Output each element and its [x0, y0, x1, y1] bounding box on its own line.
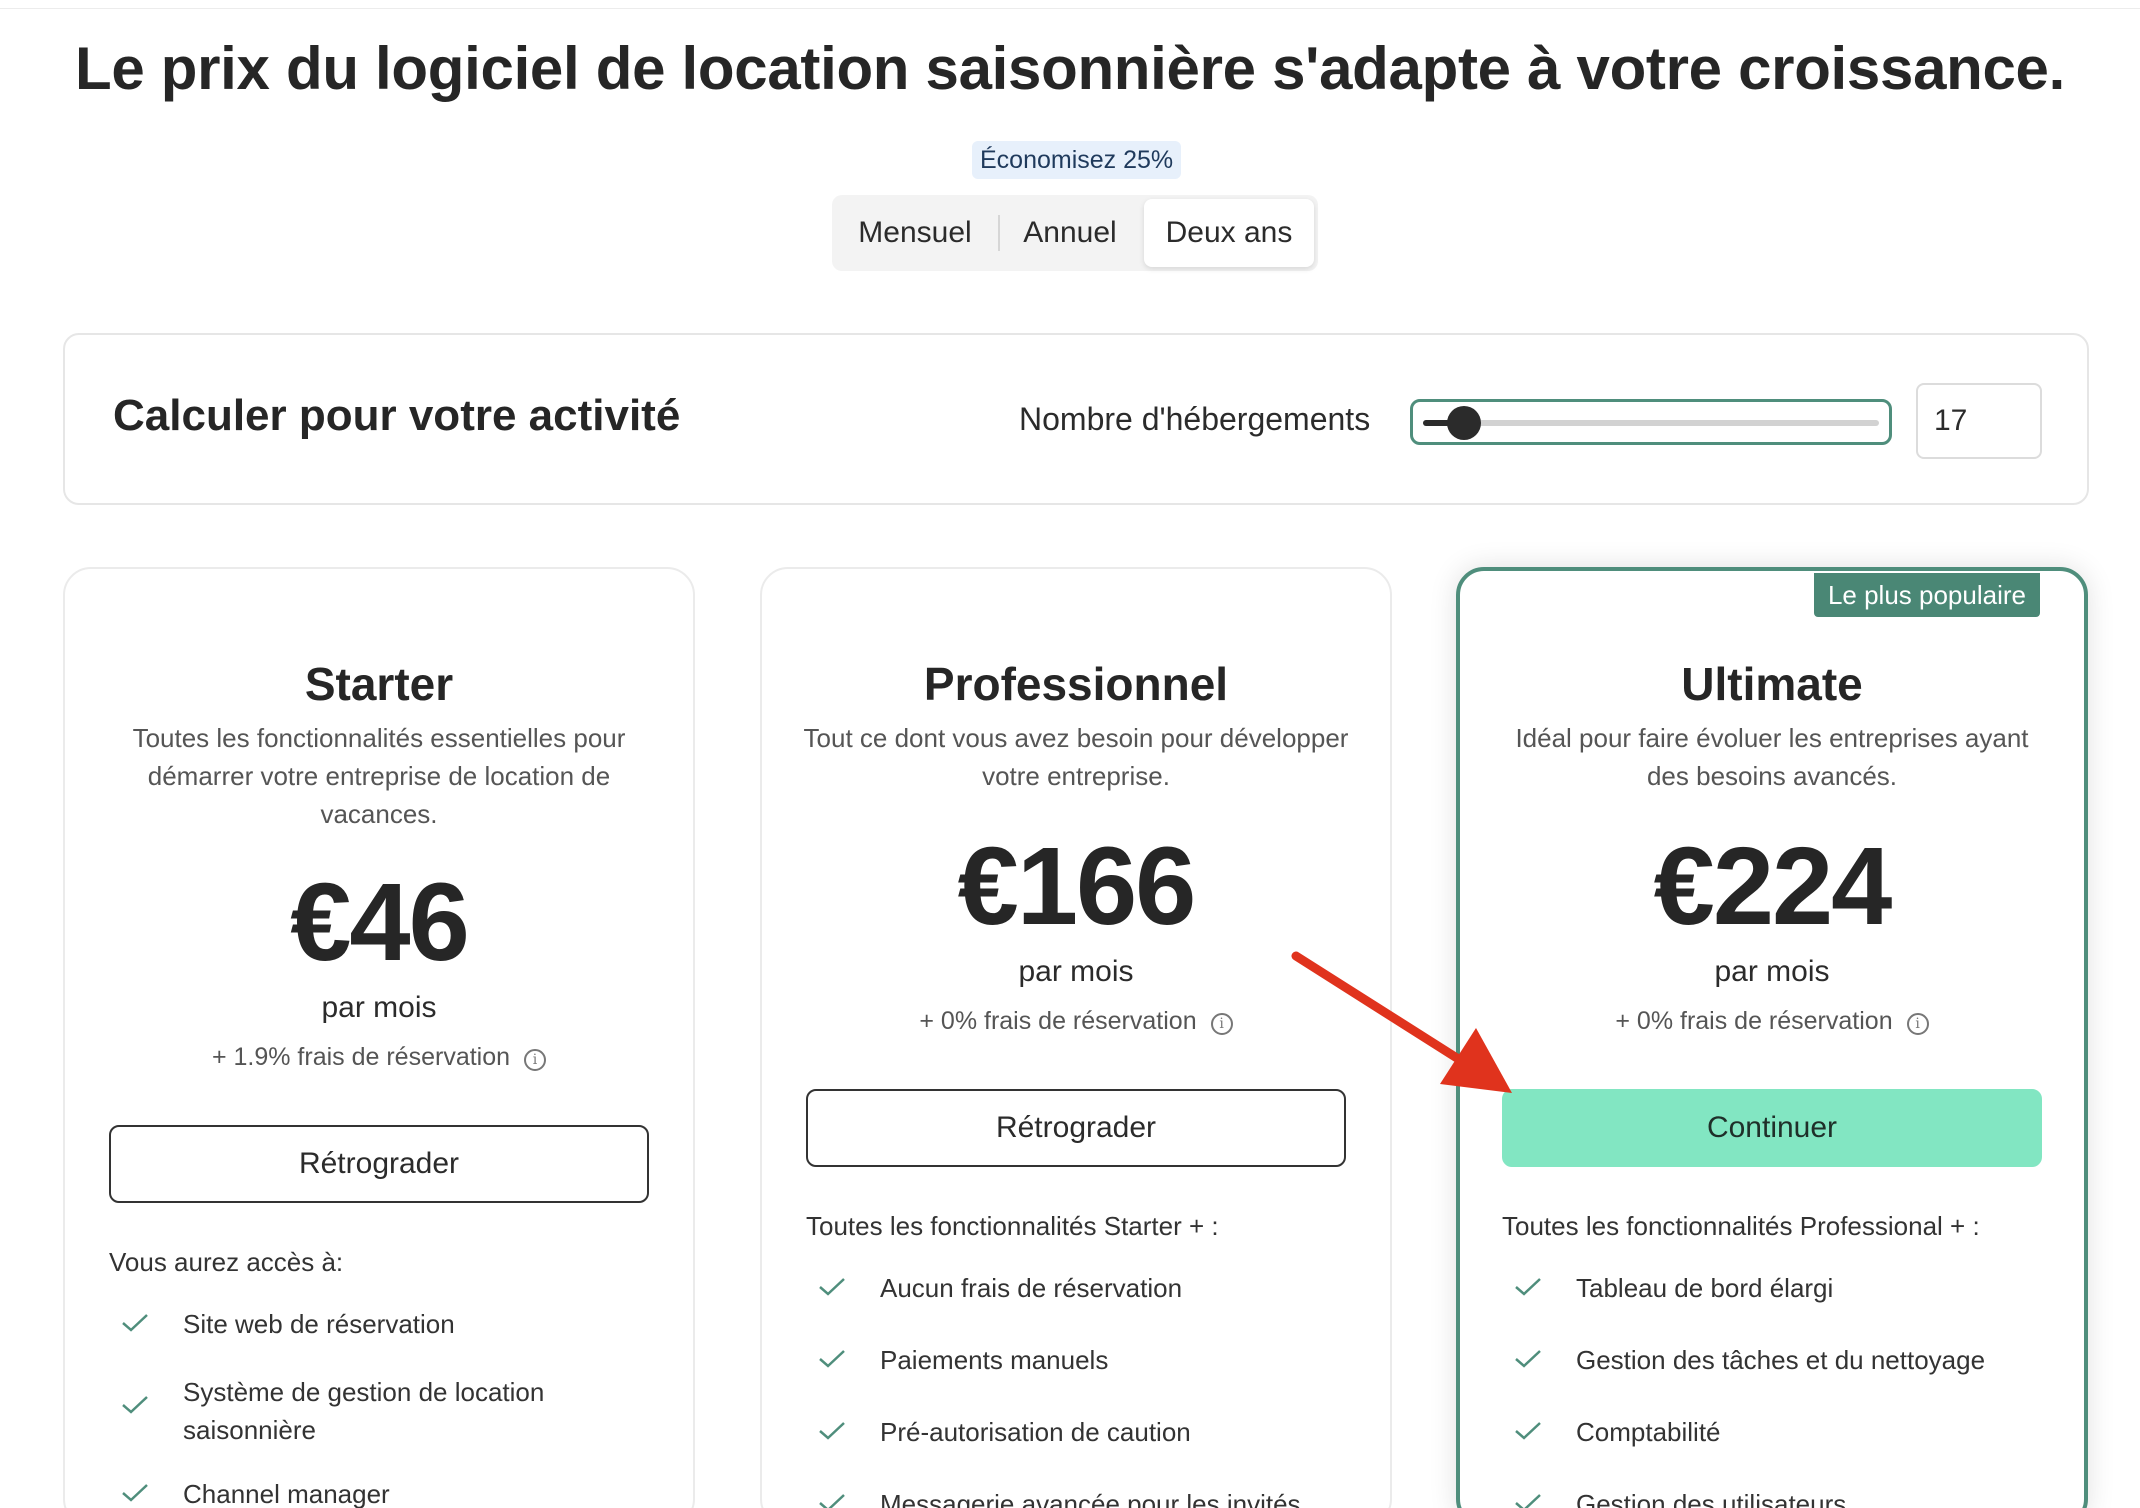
- plan-fee: + 0% frais de réservation i: [1460, 1007, 2084, 1036]
- check-icon: [819, 1350, 845, 1368]
- feature-item: Aucun frais de réservation: [818, 1269, 1338, 1307]
- feature-item: Comptabilité: [1514, 1413, 2034, 1451]
- plan-description: Tout ce dont vous avez besoin pour dével…: [803, 723, 1349, 791]
- feature-item: Pré-autorisation de caution: [818, 1413, 1338, 1451]
- plan-description: Idéal pour faire évoluer les entreprises…: [1515, 723, 2029, 791]
- check-icon: [819, 1278, 845, 1296]
- info-icon[interactable]: i: [1210, 1013, 1233, 1035]
- billing-period-toggle: Mensuel Annuel Deux ans: [832, 195, 1318, 271]
- feature-text: Tableau de bord élargi: [1576, 1273, 1834, 1303]
- toggle-divider: [998, 215, 1000, 251]
- slider-track: [1423, 420, 1879, 426]
- plan-card-starter: Starter Toutes les fonctionnalités essen…: [63, 567, 695, 1508]
- plan-fee: + 1.9% frais de réservation i: [65, 1043, 693, 1072]
- plan-price: €166: [957, 825, 1197, 948]
- downgrade-button[interactable]: Rétrograder: [806, 1089, 1346, 1167]
- feature-item: Système de gestion de location saisonniè…: [121, 1373, 641, 1449]
- check-icon: [819, 1422, 845, 1440]
- feature-text: Gestion des tâches et du nettoyage: [1576, 1345, 1986, 1375]
- feature-text: Aucun frais de réservation: [880, 1273, 1183, 1303]
- check-icon: [1515, 1494, 1541, 1508]
- features-heading: Vous aurez accès à:: [109, 1247, 344, 1277]
- top-divider: [0, 8, 2140, 9]
- feature-text: Comptabilité: [1576, 1417, 1721, 1447]
- slider-thumb[interactable]: [1447, 406, 1482, 440]
- feature-text: Paiements manuels: [880, 1345, 1109, 1375]
- feature-item: Gestion des utilisateurs: [1514, 1485, 2034, 1508]
- feature-text: Site web de réservation: [183, 1309, 455, 1339]
- billing-option-annual[interactable]: Annuel: [1002, 195, 1138, 271]
- savings-badge: Économisez 25%: [972, 141, 1182, 179]
- feature-text: Système de gestion de location saisonniè…: [183, 1377, 545, 1445]
- billing-option-monthly[interactable]: Mensuel: [832, 195, 998, 271]
- feature-item: Tableau de bord élargi: [1514, 1269, 2034, 1307]
- continue-button[interactable]: Continuer: [1502, 1089, 2042, 1167]
- feature-text: Messagerie avancée pour les invités: [880, 1489, 1301, 1508]
- features-heading: Toutes les fonctionnalités Professional …: [1502, 1211, 1980, 1241]
- feature-text: Gestion des utilisateurs: [1576, 1489, 1847, 1508]
- feature-item: Site web de réservation: [121, 1305, 641, 1343]
- check-icon: [122, 1484, 148, 1502]
- feature-item: Messagerie avancée pour les invités: [818, 1485, 1338, 1508]
- check-icon: [122, 1396, 148, 1414]
- check-icon: [122, 1314, 148, 1332]
- fee-text: + 0% frais de réservation: [919, 1007, 1197, 1035]
- feature-text: Channel manager: [183, 1479, 390, 1508]
- plan-price: €46: [290, 861, 470, 984]
- plan-name: Ultimate: [1681, 658, 1863, 710]
- info-icon[interactable]: i: [1906, 1013, 1929, 1035]
- plan-period: par mois: [321, 991, 437, 1024]
- accommodations-slider[interactable]: [1410, 399, 1892, 445]
- info-icon[interactable]: i: [524, 1049, 547, 1071]
- fee-text: + 0% frais de réservation: [1615, 1007, 1893, 1035]
- accommodations-label: Nombre d'hébergements: [1019, 401, 1371, 437]
- feature-item: Paiements manuels: [818, 1341, 1338, 1379]
- plan-card-ultimate: Le plus populaire Ultimate Idéal pour fa…: [1456, 567, 2088, 1508]
- page-title: Le prix du logiciel de location saisonni…: [74, 35, 2065, 102]
- check-icon: [1515, 1350, 1541, 1368]
- features-heading: Toutes les fonctionnalités Starter + :: [806, 1211, 1219, 1241]
- check-icon: [1515, 1278, 1541, 1296]
- plan-name: Starter: [304, 658, 454, 710]
- plan-period: par mois: [1714, 955, 1830, 988]
- accommodations-count-input[interactable]: 17: [1916, 383, 2042, 459]
- check-icon: [1515, 1422, 1541, 1440]
- feature-item: Channel manager: [121, 1475, 641, 1508]
- plan-description: Toutes les fonctionnalités essentielles …: [132, 723, 626, 829]
- calculator-title: Calculer pour votre activité: [113, 391, 681, 440]
- most-popular-badge: Le plus populaire: [1813, 573, 2040, 617]
- feature-item: Gestion des tâches et du nettoyage: [1514, 1341, 2034, 1379]
- annotation-arrow-icon: [1291, 951, 1512, 1093]
- slider-fill: [1423, 420, 1451, 426]
- billing-option-two-years[interactable]: Deux ans: [1144, 199, 1314, 267]
- plan-price: €224: [1653, 825, 1893, 948]
- fee-text: + 1.9% frais de réservation: [211, 1043, 511, 1071]
- downgrade-button[interactable]: Rétrograder: [109, 1125, 649, 1203]
- plan-name: Professionnel: [923, 658, 1229, 710]
- feature-text: Pré-autorisation de caution: [880, 1417, 1191, 1447]
- activity-calculator: Calculer pour votre activité Nombre d'hé…: [63, 333, 2089, 505]
- check-icon: [819, 1494, 845, 1508]
